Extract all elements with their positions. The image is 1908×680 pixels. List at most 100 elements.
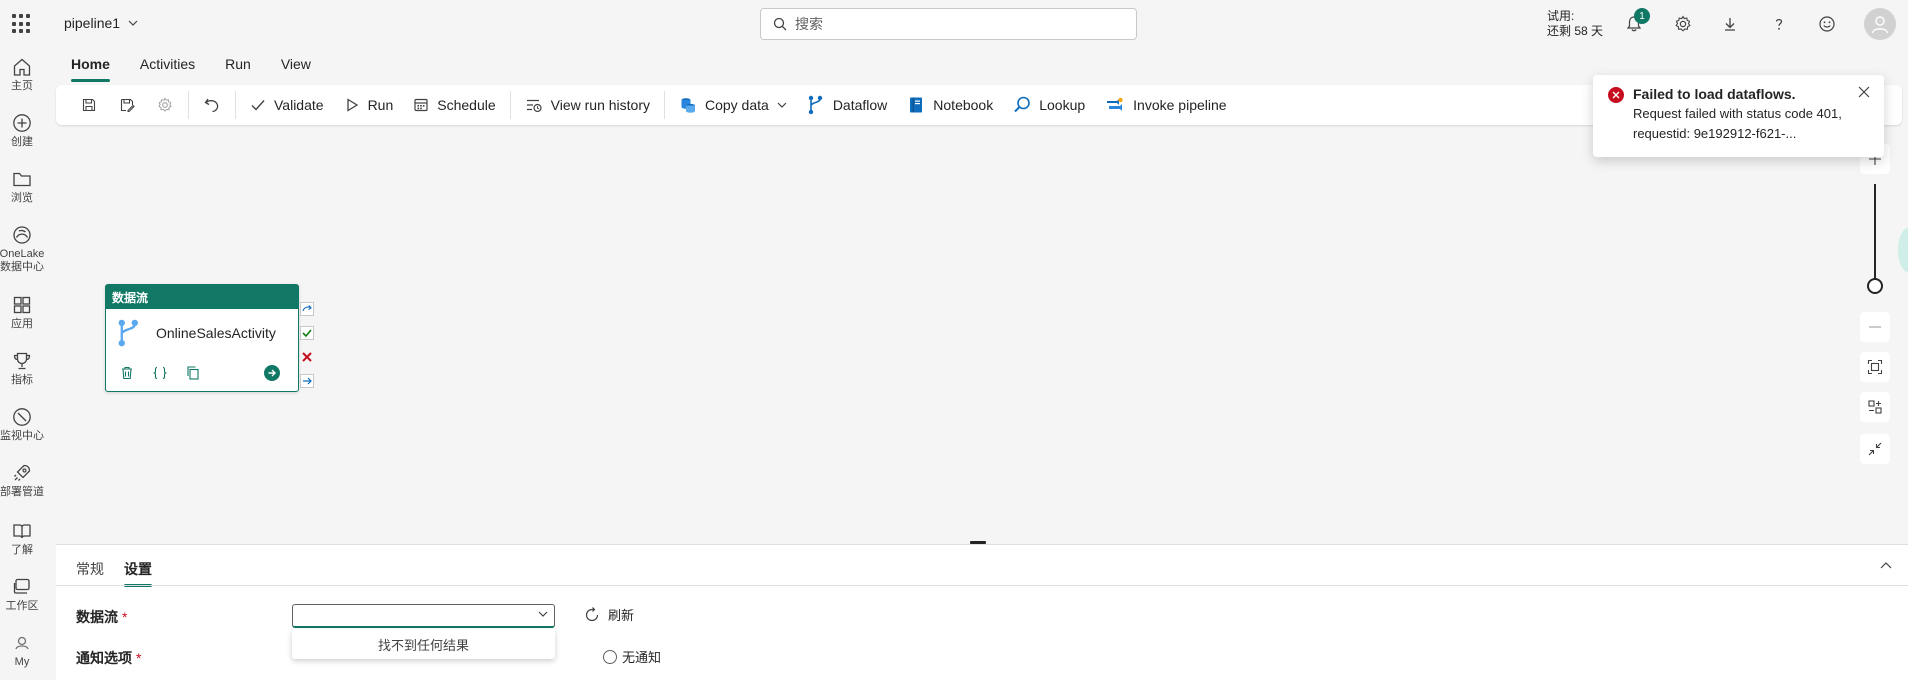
completion-arrow-icon [300,374,314,388]
rail-item-monitor[interactable]: 监视中心 [0,406,44,443]
zoom-slider-thumb[interactable] [1867,278,1883,294]
collapse-arrows-icon [1868,442,1882,456]
view-run-history-label: View run history [550,97,650,113]
dataflow-field-label: 数据流 * [76,607,127,627]
onelake-icon [13,226,31,244]
on-failure-port[interactable] [300,350,314,364]
invoke-pipeline-button[interactable]: Invoke pipeline [1095,89,1236,121]
rail-item-deployment[interactable]: 部署管道 [0,462,44,499]
no-notification-radio[interactable]: 无通知 [603,647,661,666]
dataflow-dropdown[interactable] [292,604,555,628]
settings-toolbar-button[interactable] [146,94,184,116]
panel-collapse-button[interactable] [1880,559,1892,575]
tab-view[interactable]: View [266,50,326,84]
search-box[interactable] [760,8,1137,40]
lookup-label: Lookup [1039,97,1086,113]
skip-arrow-icon [300,302,314,316]
settings-button[interactable] [1671,12,1695,36]
validate-button[interactable]: Validate [240,89,334,121]
copy-data-button[interactable]: Copy data [669,89,797,121]
toast-close-button[interactable] [1858,85,1872,99]
success-check-icon [300,326,314,340]
auto-align-button[interactable] [1860,392,1890,422]
lookup-icon [1014,96,1031,113]
on-completion-port[interactable] [300,374,314,388]
create-icon [13,114,31,132]
fit-to-screen-button[interactable] [1860,352,1890,382]
item-title-dropdown[interactable]: pipeline1 [64,15,138,31]
home-icon [13,58,31,76]
help-button[interactable] [1767,12,1791,36]
code-braces-icon[interactable] [152,366,168,380]
lookup-button[interactable]: Lookup [1003,89,1095,121]
rail-item-create[interactable]: 创建 [0,112,44,149]
rail-item-metrics[interactable]: 指标 [0,350,44,387]
on-success-port[interactable] [300,326,314,340]
collapse-view-button[interactable] [1860,434,1890,464]
required-mark: * [136,650,142,666]
zoom-slider-track[interactable] [1874,184,1876,284]
rail-label: 部署管道 [0,486,44,498]
notifications-button[interactable]: 1 [1622,8,1650,36]
run-button[interactable]: Run [334,89,404,121]
calendar-icon [414,98,428,112]
minus-icon [1869,326,1881,328]
checkmark-icon [251,100,265,111]
panel-divider [56,585,1908,586]
error-toast: Failed to load dataflows. Request failed… [1593,75,1884,157]
app-launcher-icon[interactable] [12,14,32,34]
copy-data-icon [681,98,695,113]
copy-icon[interactable] [186,366,200,380]
undo-button[interactable] [193,94,231,116]
dataflow-button[interactable]: Dataflow [797,89,897,121]
failure-x-icon [302,352,312,362]
go-to-activity-button[interactable] [264,365,280,381]
tab-general[interactable]: 常规 [66,553,114,585]
rail-item-learn[interactable]: 了解 [0,520,44,557]
rail-label: 应用 [11,318,33,330]
rail-item-apps[interactable]: 应用 [0,294,44,331]
tab-activities[interactable]: Activities [125,50,210,84]
save-button[interactable] [70,94,108,116]
save-as-button[interactable] [108,94,146,116]
feedback-button[interactable] [1815,12,1839,36]
schedule-button[interactable]: Schedule [403,89,505,121]
zoom-out-button[interactable] [1860,312,1890,342]
rail-item-my-workspace[interactable]: My [0,632,44,669]
browse-icon [13,172,31,187]
tab-settings[interactable]: 设置 [114,553,162,587]
activity-card[interactable]: 数据流 OnlineSalesActivity [105,284,299,392]
download-button[interactable] [1718,12,1742,36]
tab-home[interactable]: Home [56,50,125,84]
rail-label: My [14,656,30,668]
rail-item-browse[interactable]: 浏览 [0,168,44,205]
notebook-label: Notebook [933,97,994,113]
view-run-history-button[interactable]: View run history [515,89,660,121]
notebook-button[interactable]: Notebook [897,89,1003,121]
pipeline-canvas[interactable] [56,130,1908,542]
rail-item-onelake[interactable]: OneLake 数据中心 [0,224,44,274]
rail-label: 浏览 [11,192,33,204]
left-navigation-rail: 主页 创建 浏览 OneLake 数据中心 应用 指标 监视中心 部署管道 了解… [0,48,44,680]
rail-label: 工作区 [5,600,39,612]
on-skip-port[interactable] [300,302,314,316]
chevron-up-icon [1880,562,1892,569]
toolbar-divider [235,91,236,119]
tab-run[interactable]: Run [210,50,266,84]
refresh-button[interactable]: 刷新 [584,605,634,624]
rail-item-home[interactable]: 主页 [0,56,44,93]
rail-item-workspaces[interactable]: 工作区 [0,576,44,613]
rail-label: OneLake 数据中心 [0,248,45,273]
delete-icon[interactable] [120,366,134,380]
rail-label: 指标 [11,374,33,386]
notebook-icon [910,97,923,113]
invoke-pipeline-label: Invoke pipeline [1133,97,1227,113]
error-icon [1608,87,1624,103]
copy-data-label: Copy data [704,97,769,113]
trial-status[interactable]: 试用: 还剩 58 天 [1547,9,1603,39]
workspaces-icon [13,578,30,594]
no-notification-label: 无通知 [622,650,662,665]
search-input[interactable] [795,16,1115,32]
close-icon [1858,86,1870,98]
avatar[interactable] [1864,8,1896,40]
